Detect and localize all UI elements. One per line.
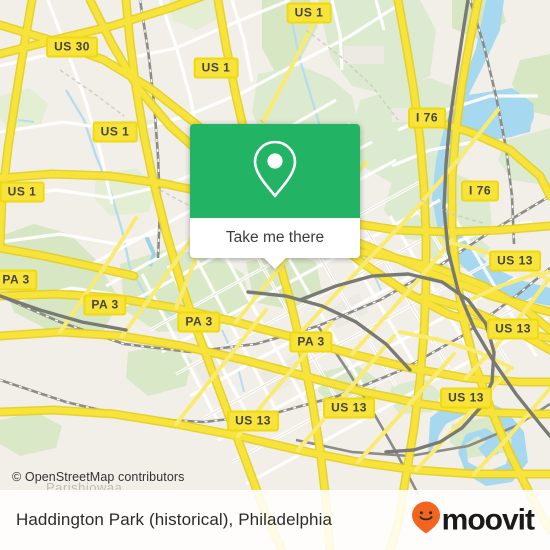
highway-shield: I 76 bbox=[460, 180, 500, 202]
map-canvas[interactable]: Parishiowaa bbox=[0, 0, 550, 550]
highway-shield: US 1 bbox=[286, 2, 332, 24]
take-me-there-button[interactable]: Take me there bbox=[190, 218, 360, 258]
highway-shield: US 30 bbox=[46, 36, 98, 58]
highway-shield: US 13 bbox=[440, 387, 492, 409]
moovit-pin-icon bbox=[411, 501, 441, 540]
moovit-map-screenshot: Parishiowaa US 1 US 30 US 1 I 76 US 1 I … bbox=[0, 0, 550, 550]
callout-body bbox=[190, 124, 360, 218]
highway-shield: PA 3 bbox=[289, 331, 333, 353]
map-vector-layer bbox=[0, 0, 550, 550]
highway-shield: PA 3 bbox=[83, 294, 127, 316]
highway-shield: US 13 bbox=[487, 318, 539, 340]
moovit-wordmark: moovit bbox=[441, 503, 535, 536]
page-title: Haddington Park (historical), Philadelph… bbox=[16, 510, 333, 529]
highway-shield: US 13 bbox=[323, 397, 375, 419]
highway-shield: US 13 bbox=[489, 250, 541, 272]
highway-shield: US 1 bbox=[193, 57, 239, 79]
highway-shield: US 1 bbox=[0, 181, 45, 203]
highway-shield: US 1 bbox=[92, 121, 138, 143]
osm-attribution[interactable]: © OpenStreetMap contributors bbox=[12, 470, 185, 484]
highway-shield: I 76 bbox=[407, 107, 447, 129]
highway-shield: PA 3 bbox=[0, 269, 38, 291]
location-callout[interactable]: Take me there bbox=[190, 124, 360, 269]
map-pin-icon bbox=[249, 138, 301, 205]
callout-pointer bbox=[264, 258, 286, 269]
moovit-logo[interactable]: moovit bbox=[411, 501, 535, 540]
highway-shield: PA 3 bbox=[177, 311, 221, 333]
highway-shield: US 13 bbox=[227, 410, 279, 432]
footer-bar: Haddington Park (historical), Philadelph… bbox=[0, 490, 550, 550]
take-me-there-label: Take me there bbox=[225, 229, 325, 246]
